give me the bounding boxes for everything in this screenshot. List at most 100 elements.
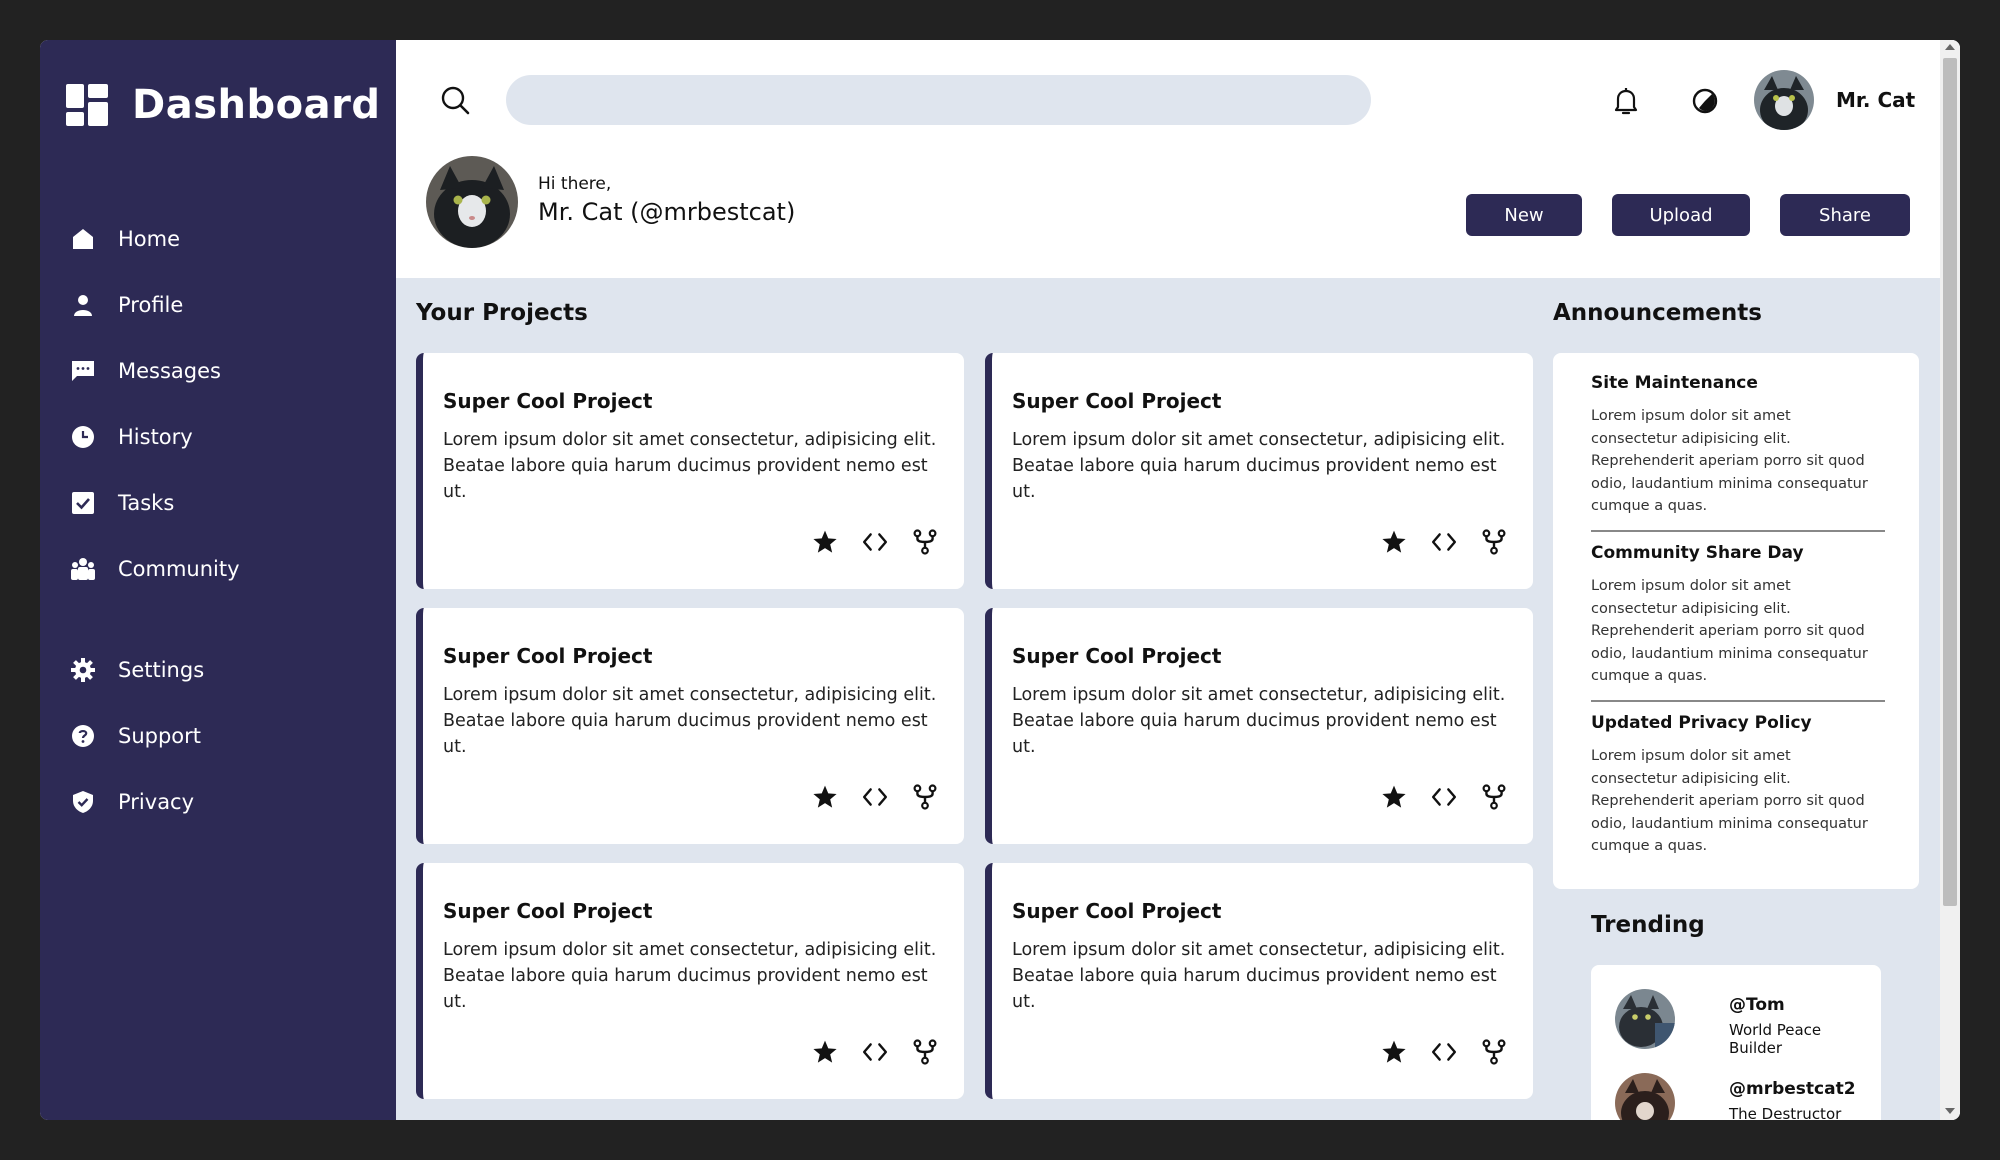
username[interactable]: Mr. Cat — [1836, 88, 1915, 112]
project-actions — [812, 1039, 938, 1065]
trending-role: World Peace Builder — [1729, 1021, 1822, 1057]
sidebar-item-home[interactable]: Home — [70, 206, 396, 272]
search-icon[interactable] — [440, 85, 470, 115]
sidebar-item-history[interactable]: History — [70, 404, 396, 470]
star-icon[interactable] — [1381, 1039, 1407, 1065]
code-icon[interactable] — [1431, 529, 1457, 555]
star-icon[interactable] — [1381, 529, 1407, 555]
divider — [1591, 530, 1885, 532]
sidebar-item-privacy[interactable]: Privacy — [70, 769, 396, 835]
star-icon[interactable] — [812, 529, 838, 555]
sidebar-item-label: Settings — [118, 658, 205, 682]
star-icon[interactable] — [1381, 784, 1407, 810]
trending-handle: @mrbestcat2 — [1729, 1079, 1856, 1099]
sidebar-item-label: Support — [118, 724, 202, 748]
sidebar-item-label: Messages — [118, 359, 221, 383]
sidebar-item-support[interactable]: Support — [70, 703, 396, 769]
sidebar-item-label: History — [118, 425, 193, 449]
project-actions — [812, 784, 938, 810]
scroll-down-icon[interactable] — [1945, 1108, 1955, 1114]
theme-toggle-icon[interactable] — [1690, 86, 1720, 116]
sidebar-item-profile[interactable]: Profile — [70, 272, 396, 338]
scrollbar-thumb[interactable] — [1943, 58, 1957, 906]
fork-icon[interactable] — [1481, 784, 1507, 810]
sidebar-nav: Home Profile Messages History Tasks Comm… — [70, 206, 396, 835]
question-icon — [70, 723, 96, 749]
code-icon[interactable] — [862, 1039, 888, 1065]
code-icon[interactable] — [862, 784, 888, 810]
new-button[interactable]: New — [1466, 194, 1582, 236]
fork-icon[interactable] — [912, 1039, 938, 1065]
sidebar-item-label: Tasks — [118, 491, 175, 515]
announcement-item[interactable]: Updated Privacy Policy Lorem ipsum dolor… — [1591, 713, 1881, 858]
project-description: Lorem ipsum dolor sit amet consectetur, … — [443, 940, 937, 1012]
people-icon — [70, 556, 96, 582]
project-card[interactable]: Super Cool Project Lorem ipsum dolor sit… — [985, 863, 1533, 1099]
sidebar-item-community[interactable]: Community — [70, 536, 396, 602]
dashboard-logo-icon — [66, 84, 108, 126]
scrollbar[interactable] — [1940, 40, 1960, 1120]
fork-icon[interactable] — [1481, 529, 1507, 555]
project-description: Lorem ipsum dolor sit amet consectetur, … — [1012, 685, 1506, 757]
project-card[interactable]: Super Cool Project Lorem ipsum dolor sit… — [985, 608, 1533, 844]
project-actions — [1381, 1039, 1507, 1065]
project-title: Super Cool Project — [1012, 899, 1222, 923]
fork-icon[interactable] — [912, 529, 938, 555]
sidebar-item-tasks[interactable]: Tasks — [70, 470, 396, 536]
announcement-body: Lorem ipsum dolor sit amet consectetur a… — [1591, 748, 1868, 854]
user-icon — [70, 292, 96, 318]
sidebar-item-messages[interactable]: Messages — [70, 338, 396, 404]
code-icon[interactable] — [1431, 784, 1457, 810]
project-card[interactable]: Super Cool Project Lorem ipsum dolor sit… — [416, 863, 964, 1099]
trending-item[interactable]: @mrbestcat2 The Destructor — [1615, 1073, 1875, 1120]
divider — [1591, 700, 1885, 702]
share-button[interactable]: Share — [1780, 194, 1910, 236]
project-title: Super Cool Project — [1012, 389, 1222, 413]
project-description: Lorem ipsum dolor sit amet consectetur, … — [1012, 940, 1506, 1012]
announcement-body: Lorem ipsum dolor sit amet consectetur a… — [1591, 578, 1868, 684]
project-card[interactable]: Super Cool Project Lorem ipsum dolor sit… — [416, 608, 964, 844]
sidebar-item-label: Home — [118, 227, 181, 251]
announcement-title: Community Share Day — [1591, 543, 1804, 563]
search-input[interactable] — [506, 75, 1371, 125]
app-window: Dashboard Home Profile Messages History … — [40, 40, 1960, 1120]
trending-panel: @Tom World Peace Builder @mrbestcat2 The… — [1591, 965, 1881, 1120]
sidebar-item-label: Privacy — [118, 790, 195, 814]
project-actions — [1381, 529, 1507, 555]
avatar[interactable] — [1754, 70, 1814, 130]
project-card[interactable]: Super Cool Project Lorem ipsum dolor sit… — [416, 353, 964, 589]
avatar — [1615, 1073, 1675, 1120]
project-actions — [812, 529, 938, 555]
project-actions — [1381, 784, 1507, 810]
fork-icon[interactable] — [912, 784, 938, 810]
sidebar-item-label: Community — [118, 557, 240, 581]
code-icon[interactable] — [1431, 1039, 1457, 1065]
announcement-item[interactable]: Community Share Day Lorem ipsum dolor si… — [1591, 543, 1881, 688]
star-icon[interactable] — [812, 1039, 838, 1065]
trending-role: The Destructor — [1729, 1105, 1842, 1120]
shield-icon — [70, 789, 96, 815]
fork-icon[interactable] — [1481, 1039, 1507, 1065]
trending-item[interactable]: @Tom World Peace Builder — [1615, 989, 1875, 1059]
gear-icon — [70, 657, 96, 683]
bell-icon[interactable] — [1610, 85, 1642, 117]
upload-button[interactable]: Upload — [1612, 194, 1750, 236]
avatar — [1615, 989, 1675, 1049]
code-icon[interactable] — [862, 529, 888, 555]
message-icon — [70, 358, 96, 384]
scroll-up-icon[interactable] — [1945, 44, 1955, 50]
star-icon[interactable] — [812, 784, 838, 810]
announcement-title: Site Maintenance — [1591, 373, 1758, 393]
trending-title: Trending — [1591, 912, 1705, 938]
sidebar: Dashboard Home Profile Messages History … — [40, 40, 396, 1120]
announcement-item[interactable]: Site Maintenance Lorem ipsum dolor sit a… — [1591, 373, 1881, 518]
project-card[interactable]: Super Cool Project Lorem ipsum dolor sit… — [985, 353, 1533, 589]
sidebar-item-settings[interactable]: Settings — [70, 637, 396, 703]
check-square-icon — [70, 490, 96, 516]
project-title: Super Cool Project — [1012, 644, 1222, 668]
brand-title: Dashboard — [132, 82, 381, 128]
main-content: Mr. Cat Hi there, Mr. Cat (@mrbestcat) N… — [396, 40, 1960, 1120]
projects-title: Your Projects — [416, 300, 588, 326]
home-icon — [70, 226, 96, 252]
